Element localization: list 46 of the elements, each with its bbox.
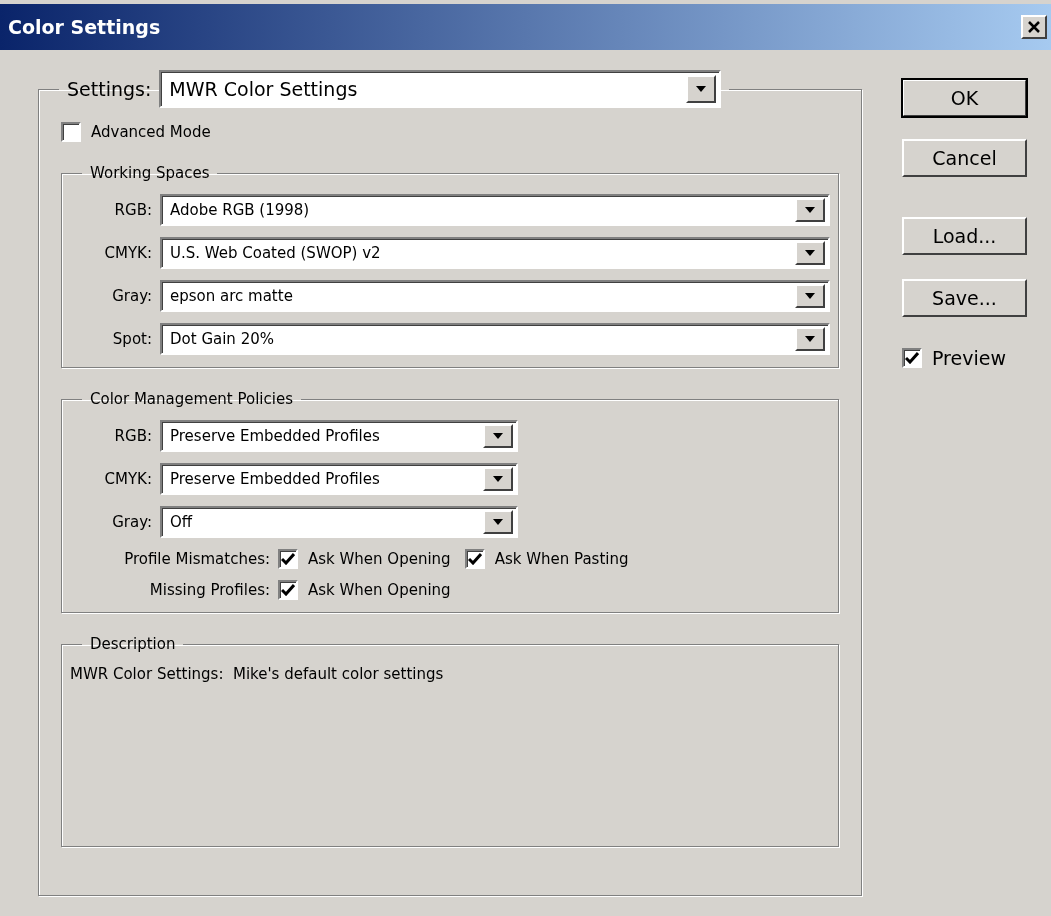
dialog-button[interactable]: Cancel — [902, 139, 1027, 177]
dropdown[interactable]: U.S. Web Coated (SWOP) v2 — [160, 237, 830, 269]
dropdown[interactable]: Off — [160, 506, 518, 538]
description-text: MWR Color Settings: Mike's default color settings — [70, 664, 445, 683]
caret-icon — [483, 424, 513, 448]
checkbox-label: Ask When Pasting — [494, 550, 629, 568]
field-label: RGB: — [113, 427, 152, 445]
caret-icon — [686, 75, 717, 103]
checkbox-label: Ask When Opening — [308, 581, 451, 599]
field-label: Spot: — [111, 330, 152, 348]
caret-icon — [795, 327, 825, 351]
checkbox[interactable] — [61, 122, 81, 142]
dialog-button[interactable]: OK — [902, 79, 1027, 117]
caret-icon — [483, 510, 513, 534]
caret-icon — [795, 241, 825, 265]
checkbox[interactable] — [278, 580, 298, 600]
group-title: Description — [90, 635, 176, 653]
field-label: RGB: — [113, 201, 152, 219]
field-label: Gray: — [111, 287, 152, 305]
group-title: Working Spaces — [90, 164, 210, 182]
checkbox[interactable] — [464, 549, 485, 569]
checkbox[interactable] — [902, 348, 922, 368]
dropdown[interactable]: Preserve Embedded Profiles — [160, 420, 518, 452]
close-icon[interactable] — [1021, 15, 1047, 39]
field-label: Missing Profiles: — [148, 581, 270, 599]
group-title: Color Management Policies — [90, 390, 293, 408]
dropdown[interactable]: Dot Gain 20% — [160, 323, 830, 355]
checkbox-label: Ask When Opening — [308, 550, 451, 568]
settings-label: Settings: — [67, 78, 152, 100]
caret-icon — [795, 284, 825, 308]
dropdown[interactable]: Preserve Embedded Profiles — [160, 463, 518, 495]
dropdown[interactable]: Adobe RGB (1998) — [160, 194, 830, 226]
caret-icon — [483, 467, 513, 491]
checkbox[interactable] — [278, 549, 298, 569]
checkbox-label: Preview — [932, 347, 1006, 369]
field-label: CMYK: — [103, 470, 152, 488]
dropdown[interactable]: epson arc matte — [160, 280, 830, 312]
window-title: Color Settings — [8, 16, 161, 38]
checkbox-label: Advanced Mode — [91, 123, 211, 141]
dialog-button[interactable]: Save... — [902, 279, 1027, 317]
dropdown[interactable]: MWR Color Settings — [159, 70, 722, 108]
field-label: CMYK: — [103, 244, 152, 262]
caret-icon — [795, 198, 825, 222]
field-label: Gray: — [111, 513, 152, 531]
dialog-button[interactable]: Load... — [902, 217, 1027, 255]
field-label: Profile Mismatches: — [123, 550, 270, 568]
